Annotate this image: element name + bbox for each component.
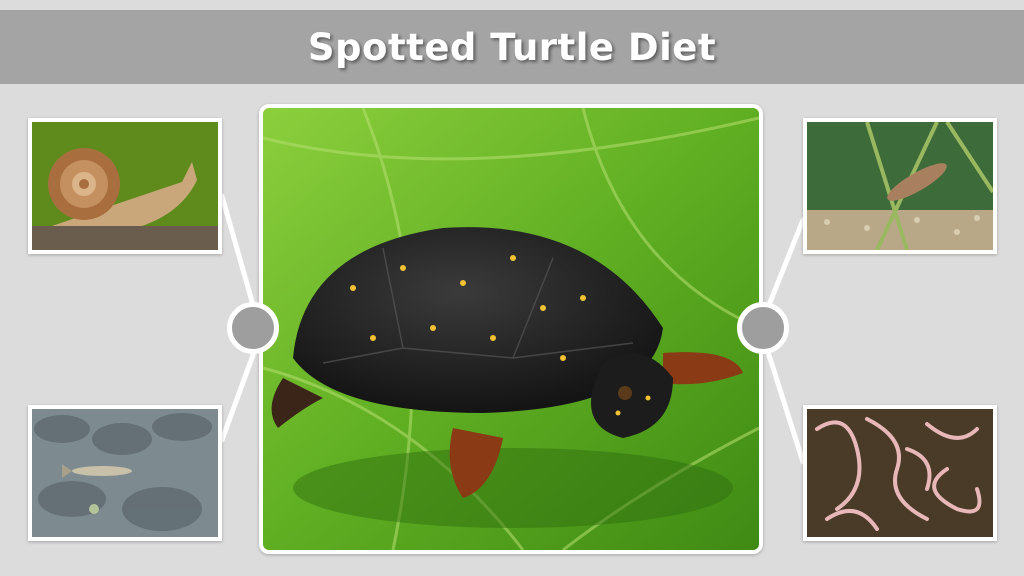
turtle-photo [259, 104, 763, 554]
worms-photo [803, 405, 997, 541]
connector-left-bottom [219, 352, 256, 443]
insect-larva-photo [803, 118, 997, 254]
connector-right-top [766, 217, 806, 308]
minnow-photo [28, 405, 222, 541]
connector-left-top [219, 193, 256, 308]
right-hub-circle [737, 302, 789, 354]
snail-photo [28, 118, 222, 254]
connector-right-bottom [766, 352, 806, 465]
left-hub-circle [227, 302, 279, 354]
